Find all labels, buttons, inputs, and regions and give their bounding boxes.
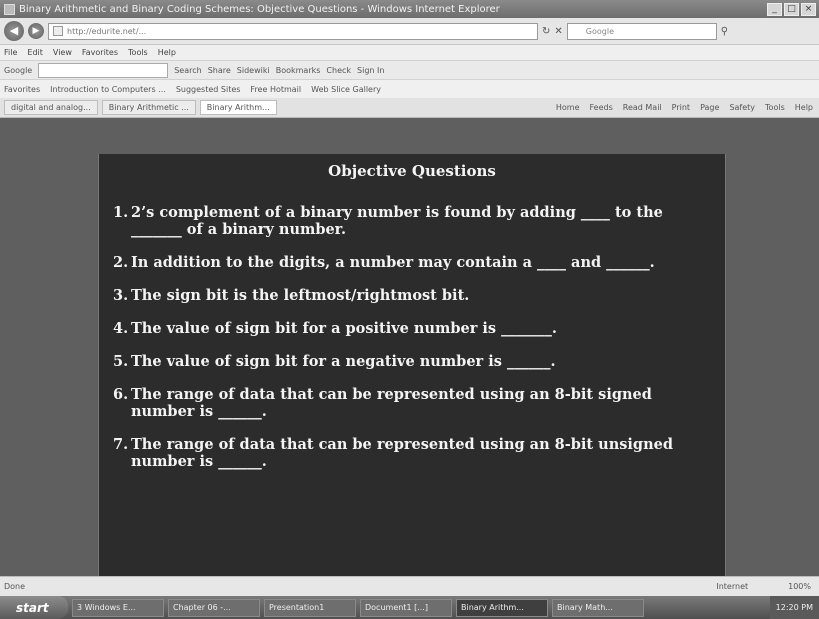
tab-1[interactable]: digital and analog... <box>4 100 98 115</box>
help-menu[interactable]: Help <box>795 103 813 112</box>
favorite-link-1[interactable]: Introduction to Computers ... <box>50 85 166 94</box>
tab-3-active[interactable]: Binary Arithm... <box>199 100 277 115</box>
ie-icon <box>4 3 15 15</box>
question-text: 2’s complement of a binary number is fou… <box>131 204 663 238</box>
taskbar-item[interactable]: 3 Windows E... <box>72 598 164 617</box>
question-text: The value of sign bit for a negative num… <box>131 353 556 370</box>
slide-title: Objective Questions <box>328 162 496 180</box>
menu-edit[interactable]: Edit <box>27 48 43 57</box>
question-item: 1. 2’s complement of a binary number is f… <box>113 204 717 238</box>
question-item: 2. In addition to the digits, a number ma… <box>113 254 717 271</box>
menu-help[interactable]: Help <box>158 48 176 57</box>
forward-button[interactable]: ▶ <box>28 23 44 39</box>
status-bar: Done Internet 100% <box>0 576 819 596</box>
question-text: The value of sign bit for a positive num… <box>131 320 557 337</box>
print-button[interactable]: Print <box>672 103 690 112</box>
safety-menu[interactable]: Safety <box>729 103 755 112</box>
menu-bar: File Edit View Favorites Tools Help <box>0 45 819 60</box>
status-text: Done <box>4 582 26 591</box>
question-number: 7. <box>113 436 129 453</box>
start-button[interactable]: start <box>0 596 68 619</box>
question-number: 1. <box>113 204 129 221</box>
favorite-link-3[interactable]: Free Hotmail <box>250 85 301 94</box>
menu-tools[interactable]: Tools <box>128 48 148 57</box>
google-search-button[interactable]: Search <box>174 66 201 75</box>
search-icon[interactable]: ⚲ <box>721 26 728 37</box>
question-text: In addition to the digits, a number may … <box>131 254 655 271</box>
taskbar: start 3 Windows E... Chapter 06 -... Pre… <box>0 596 819 619</box>
google-bookmarks-button[interactable]: Bookmarks <box>276 66 321 75</box>
menu-file[interactable]: File <box>4 48 17 57</box>
question-item: 7. The range of data that can be represen… <box>113 436 717 470</box>
favorites-bar: Favorites Introduction to Computers ... … <box>0 80 819 98</box>
page-menu[interactable]: Page <box>700 103 719 112</box>
url-text: http://edurite.net/... <box>67 26 147 36</box>
question-number: 4. <box>113 320 129 337</box>
question-number: 5. <box>113 353 129 370</box>
google-share-button[interactable]: Share <box>208 66 231 75</box>
address-actions: ↻ ✕ <box>542 26 563 37</box>
question-number: 2. <box>113 254 129 271</box>
google-sidewiki-button[interactable]: Sidewiki <box>237 66 270 75</box>
favorite-link-4[interactable]: Web Slice Gallery <box>311 85 381 94</box>
question-number: 6. <box>113 386 129 403</box>
favorite-link-2[interactable]: Suggested Sites <box>176 85 241 94</box>
read-mail-button[interactable]: Read Mail <box>623 103 662 112</box>
address-bar: ◀ ▶ http://edurite.net/... ↻ ✕ Google ⚲ <box>0 18 819 45</box>
favorites-button[interactable]: Favorites <box>4 85 40 94</box>
tools-menu[interactable]: Tools <box>765 103 785 112</box>
zoom-level[interactable]: 100% <box>788 582 811 591</box>
slide-panel: Objective Questions 1. 2’s complement of … <box>98 154 726 578</box>
back-button[interactable]: ◀ <box>4 21 24 41</box>
window-titlebar: Binary Arithmetic and Binary Coding Sche… <box>0 0 819 18</box>
tab-2[interactable]: Binary Arithmetic ... <box>101 100 196 115</box>
google-label: Google <box>4 65 33 75</box>
command-bar: Home Feeds Read Mail Print Page Safety T… <box>556 103 819 112</box>
tray-clock[interactable]: 12:20 PM <box>776 603 813 612</box>
feeds-button[interactable]: Feeds <box>589 103 612 112</box>
home-button[interactable]: Home <box>556 103 580 112</box>
search-input[interactable]: Google <box>566 22 717 40</box>
question-number: 3. <box>113 287 129 304</box>
google-toolbar: Google Search Share Sidewiki Bookmarks C… <box>0 60 819 80</box>
maximize-button[interactable]: □ <box>784 2 799 16</box>
question-text: The range of data that can be represente… <box>131 386 652 420</box>
question-list: 1. 2’s complement of a binary number is f… <box>99 204 725 470</box>
question-item: 3. The sign bit is the leftmost/rightmost… <box>113 287 717 304</box>
question-text: The sign bit is the leftmost/rightmost b… <box>131 287 470 304</box>
window-controls: _ □ × <box>767 2 819 16</box>
minimize-button[interactable]: _ <box>767 2 782 16</box>
close-button[interactable]: × <box>801 2 816 16</box>
menu-view[interactable]: View <box>53 48 72 57</box>
google-check-button[interactable]: Check <box>326 66 351 75</box>
window-title: Binary Arithmetic and Binary Coding Sche… <box>19 3 500 15</box>
status-right: Internet 100% <box>716 582 819 591</box>
question-item: 4. The value of sign bit for a positive n… <box>113 320 717 337</box>
question-item: 5. The value of sign bit for a negative n… <box>113 353 717 370</box>
search-placeholder: Google <box>585 26 614 36</box>
taskbar-item-active[interactable]: Binary Arithm... <box>456 598 548 617</box>
system-tray: 12:20 PM <box>769 596 819 619</box>
tab-bar: digital and analog... Binary Arithmetic … <box>0 98 819 118</box>
google-search-input[interactable] <box>38 62 169 78</box>
page-content: Objective Questions 1. 2’s complement of … <box>0 118 819 578</box>
google-signin-button[interactable]: Sign In <box>357 66 384 75</box>
refresh-icon[interactable]: ↻ <box>542 26 550 37</box>
security-zone: Internet <box>716 582 749 591</box>
page-icon <box>53 26 63 36</box>
taskbar-item[interactable]: Document1 [...] <box>360 598 452 617</box>
menu-favorites[interactable]: Favorites <box>82 48 118 57</box>
taskbar-item[interactable]: Binary Math... <box>552 598 644 617</box>
taskbar-item[interactable]: Presentation1 <box>264 598 356 617</box>
stop-icon[interactable]: ✕ <box>554 26 562 37</box>
question-text: The range of data that can be represente… <box>131 436 673 470</box>
taskbar-item[interactable]: Chapter 06 -... <box>168 598 260 617</box>
question-item: 6. The range of data that can be represen… <box>113 386 717 420</box>
url-field[interactable]: http://edurite.net/... <box>48 22 538 40</box>
